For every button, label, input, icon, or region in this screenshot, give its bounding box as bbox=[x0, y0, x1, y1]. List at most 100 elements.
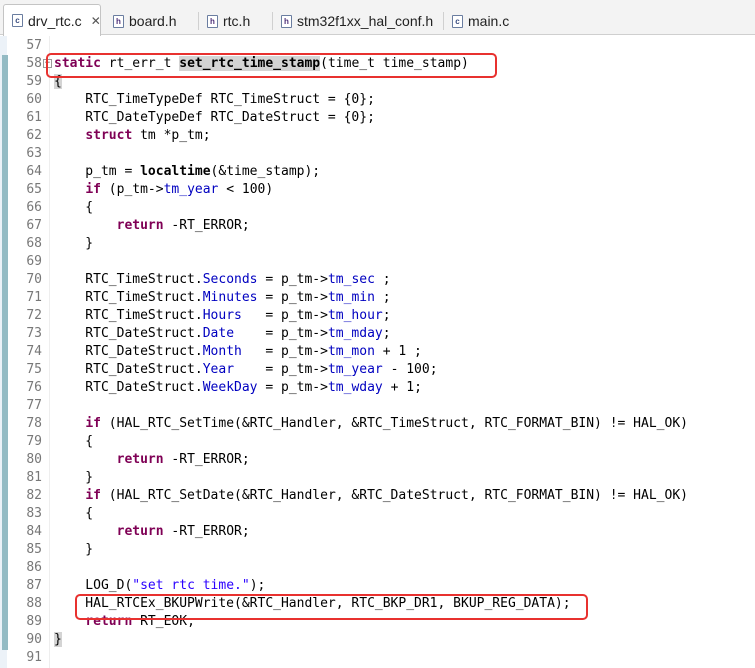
line-number: 57 bbox=[26, 38, 42, 53]
keyword: return bbox=[85, 614, 133, 629]
code-text: { bbox=[54, 434, 94, 449]
line-number: 70 bbox=[26, 272, 42, 287]
code-text: { bbox=[54, 506, 94, 521]
c-file-icon: c bbox=[12, 14, 23, 27]
code-text: + 1; bbox=[382, 380, 422, 395]
code-line: 60 RTC_TimeTypeDef RTC_TimeStruct = {0}; bbox=[0, 91, 755, 109]
code-text: = p_tm-> bbox=[234, 326, 328, 341]
line-number: 79 bbox=[26, 434, 42, 449]
line-number: 66 bbox=[26, 200, 42, 215]
code-text: RTC_DateStruct. bbox=[54, 326, 203, 341]
h-file-icon: h bbox=[281, 14, 292, 28]
h-file-icon: h bbox=[207, 14, 218, 28]
line-number: 75 bbox=[26, 362, 42, 377]
code-text: p_tm = bbox=[54, 164, 141, 179]
code-line: 80 return -RT_ERROR; bbox=[0, 451, 755, 469]
tab-main-c[interactable]: c main.c bbox=[444, 7, 524, 35]
tab-label: rtc.h bbox=[223, 13, 251, 29]
line-number: 58 bbox=[26, 56, 42, 71]
code-text: + 1 ; bbox=[374, 344, 422, 359]
field-name: tm_wday bbox=[327, 380, 383, 395]
code-text: RTC_TimeStruct. bbox=[54, 308, 203, 323]
code-text: RTC_DateStruct. bbox=[54, 362, 203, 377]
code-text: ; bbox=[382, 326, 391, 341]
code-line: 59 { bbox=[0, 73, 755, 91]
line-number: 64 bbox=[26, 164, 42, 179]
keyword: if bbox=[85, 182, 101, 197]
field-name: tm_mday bbox=[327, 326, 383, 341]
code-text: = p_tm-> bbox=[257, 290, 328, 305]
code-line: 91 bbox=[0, 649, 755, 667]
keyword: static bbox=[54, 56, 101, 71]
line-number: 77 bbox=[26, 398, 42, 413]
code-line: 69 bbox=[0, 253, 755, 271]
code-editor[interactable]: 57 58− static rt_err_t set_rtc_time_stamp… bbox=[0, 37, 755, 667]
code-text: RTC_DateTypeDef RTC_DateStruct = {0}; bbox=[54, 110, 375, 125]
line-number: 61 bbox=[26, 110, 42, 125]
function-name: set_rtc_time_stamp bbox=[179, 56, 321, 71]
tab-drv-rtc-c[interactable]: c drv_rtc.c ✕ bbox=[3, 4, 101, 36]
code-text: { bbox=[54, 200, 94, 215]
code-text: (p_tm-> bbox=[100, 182, 164, 197]
line-number: 85 bbox=[26, 542, 42, 557]
line-number: 74 bbox=[26, 344, 42, 359]
code-text: { bbox=[54, 74, 62, 89]
line-number: 71 bbox=[26, 290, 42, 305]
field-name: tm_year bbox=[163, 182, 219, 197]
line-number: 68 bbox=[26, 236, 42, 251]
tab-stm32f1xx-hal-conf-h[interactable]: h stm32f1xx_hal_conf.h bbox=[273, 7, 441, 35]
field-name: Seconds bbox=[202, 272, 258, 287]
code-line: 90} bbox=[0, 631, 755, 649]
code-line: 65 if (p_tm->tm_year < 100) bbox=[0, 181, 755, 199]
field-name: Month bbox=[202, 344, 242, 359]
code-line: 76 RTC_DateStruct.WeekDay = p_tm->tm_wda… bbox=[0, 379, 755, 397]
code-line: 89 return RT_EOK; bbox=[0, 613, 755, 631]
keyword: return bbox=[116, 218, 164, 233]
line-number: 62 bbox=[26, 128, 42, 143]
line-number: 91 bbox=[26, 650, 42, 665]
tab-rtc-h[interactable]: h rtc.h bbox=[199, 7, 269, 35]
line-number: 88 bbox=[26, 596, 42, 611]
line-number: 80 bbox=[26, 452, 42, 467]
code-text: - 100; bbox=[382, 362, 438, 377]
code-line: 77 bbox=[0, 397, 755, 415]
code-text: } bbox=[54, 470, 94, 485]
code-line: 71 RTC_TimeStruct.Minutes = p_tm->tm_min… bbox=[0, 289, 755, 307]
line-number: 69 bbox=[26, 254, 42, 269]
code-text: RTC_DateStruct. bbox=[54, 344, 203, 359]
code-line: 58− static rt_err_t set_rtc_time_stamp(ti… bbox=[0, 55, 755, 73]
line-number: 83 bbox=[26, 506, 42, 521]
code-text: (HAL_RTC_SetDate(&RTC_Handler, &RTC_Date… bbox=[100, 488, 688, 503]
code-text: RTC_TimeStruct. bbox=[54, 272, 203, 287]
tab-board-h[interactable]: h board.h bbox=[105, 7, 195, 35]
code-text: = p_tm-> bbox=[257, 272, 328, 287]
field-name: tm_mon bbox=[327, 344, 375, 359]
code-text: ; bbox=[374, 272, 391, 287]
tab-label: main.c bbox=[468, 13, 510, 29]
line-number: 90 bbox=[26, 632, 42, 647]
code-line: 72 RTC_TimeStruct.Hours = p_tm->tm_hour; bbox=[0, 307, 755, 325]
code-line: 73 RTC_DateStruct.Date = p_tm->tm_mday; bbox=[0, 325, 755, 343]
code-text: } bbox=[54, 632, 62, 647]
code-text: = p_tm-> bbox=[241, 308, 328, 323]
code-text: ; bbox=[382, 308, 391, 323]
keyword: if bbox=[85, 488, 101, 503]
code-line: 70 RTC_TimeStruct.Seconds = p_tm->tm_sec… bbox=[0, 271, 755, 289]
code-line: 62 struct tm *p_tm; bbox=[0, 127, 755, 145]
line-number: 63 bbox=[26, 146, 42, 161]
code-line: 78 if (HAL_RTC_SetTime(&RTC_Handler, &RT… bbox=[0, 415, 755, 433]
fold-toggle-icon[interactable]: − bbox=[43, 59, 52, 68]
code-line: 63 bbox=[0, 145, 755, 163]
keyword: return bbox=[116, 524, 164, 539]
field-name: WeekDay bbox=[202, 380, 258, 395]
field-name: tm_hour bbox=[327, 308, 383, 323]
field-name: Hours bbox=[202, 308, 242, 323]
line-number: 73 bbox=[26, 326, 42, 341]
line-number: 81 bbox=[26, 470, 42, 485]
line-number: 89 bbox=[26, 614, 42, 629]
code-text: = p_tm-> bbox=[234, 362, 328, 377]
field-name: Year bbox=[202, 362, 235, 377]
close-tab-icon[interactable]: ✕ bbox=[91, 15, 101, 27]
code-line: 75 RTC_DateStruct.Year = p_tm->tm_year -… bbox=[0, 361, 755, 379]
line-number: 86 bbox=[26, 560, 42, 575]
